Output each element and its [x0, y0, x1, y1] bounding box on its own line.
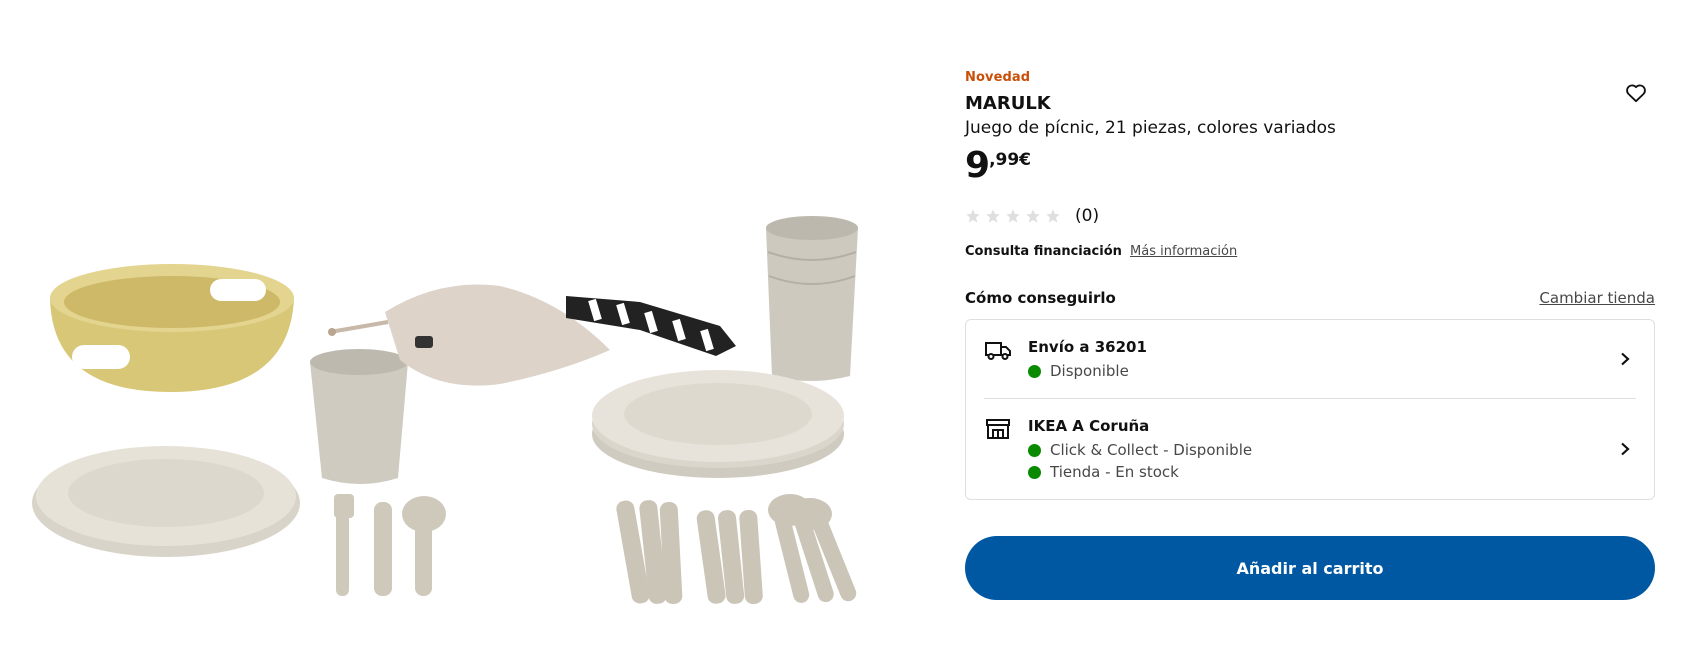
add-to-cart-button[interactable]: Añadir al carrito	[965, 536, 1655, 600]
store-title: IKEA A Coruña	[1028, 417, 1150, 435]
rating[interactable]: (0)	[965, 204, 1655, 228]
store-option[interactable]: IKEA A Coruña Click & Collect - Disponib…	[984, 398, 1636, 499]
finance-row: Consulta financiación Más información	[965, 244, 1655, 259]
yellow-bowl	[50, 264, 294, 392]
star-icon	[986, 209, 1000, 223]
product-price: 9 ,99€	[965, 146, 1655, 190]
star-icon	[966, 209, 980, 223]
finance-more-info-link[interactable]: Más información	[1130, 244, 1237, 259]
status-dot	[1028, 443, 1041, 457]
product-name[interactable]: MARULK	[965, 93, 1655, 114]
how-to-get-title: Cómo conseguirlo	[965, 289, 1116, 307]
price-integer: 9	[965, 145, 990, 186]
chevron-right-icon	[1614, 438, 1636, 460]
product-image[interactable]	[0, 0, 905, 654]
status-dot	[1028, 364, 1041, 378]
star-icon	[1026, 209, 1040, 223]
truck-icon	[985, 342, 1011, 360]
chevron-right-icon	[1614, 348, 1636, 370]
new-badge: Novedad	[965, 70, 1031, 85]
store-icon	[986, 419, 1010, 439]
picnic-set-photo	[32, 216, 858, 604]
delivery-option[interactable]: Envío a 36201 Disponible	[984, 320, 1636, 398]
finance-label: Consulta financiación	[965, 244, 1122, 259]
delivery-status-text: Disponible	[1050, 362, 1129, 380]
star-icon	[1046, 209, 1060, 223]
delivery-status: Disponible	[1028, 362, 1636, 380]
favorite-button[interactable]	[1621, 78, 1651, 108]
click-collect-status: Click & Collect - Disponible	[1028, 441, 1636, 459]
cutlery-group	[616, 494, 857, 604]
change-store-link[interactable]: Cambiar tienda	[1539, 289, 1655, 307]
cutlery-single	[334, 494, 446, 596]
store-stock-status-text: Tienda - En stock	[1050, 463, 1179, 481]
delivery-title: Envío a 36201	[1028, 338, 1147, 356]
status-dot	[1028, 465, 1041, 479]
store-stock-status: Tienda - En stock	[1028, 463, 1636, 481]
price-decimal: ,99€	[989, 150, 1032, 170]
how-to-get-header: Cómo conseguirlo Cambiar tienda	[965, 289, 1655, 307]
plate-left	[32, 446, 300, 557]
delivery-details: Envío a 36201 Disponible	[1028, 338, 1636, 380]
availability-box: Envío a 36201 Disponible IKEA A Coruña C…	[965, 319, 1655, 500]
click-collect-status-text: Click & Collect - Disponible	[1050, 441, 1253, 459]
store-details: IKEA A Coruña Click & Collect - Disponib…	[1028, 417, 1636, 481]
heart-icon	[1626, 84, 1646, 103]
rating-count: (0)	[1075, 206, 1100, 226]
stacked-plates	[592, 370, 844, 478]
stacked-cups	[766, 216, 858, 381]
product-description: Juego de pícnic, 21 piezas, colores vari…	[965, 118, 1336, 138]
cup-single	[310, 349, 408, 484]
product-info: Novedad MARULK Juego de pícnic, 21 pieza…	[965, 70, 1655, 600]
star-icon	[1006, 209, 1020, 223]
